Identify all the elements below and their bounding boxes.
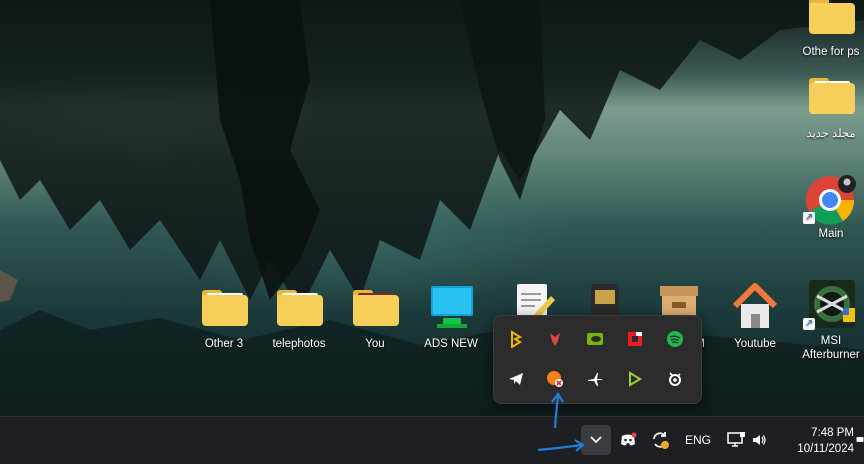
desktop-icon-label: MSI Afterburner	[802, 335, 860, 361]
quick-settings-button[interactable]	[722, 426, 772, 454]
clock[interactable]: 7:48 PM 10/11/2024	[778, 423, 854, 459]
desktop-icon-label: telephotos	[272, 338, 326, 350]
folder-icon	[196, 282, 252, 334]
tray-sync[interactable]	[648, 428, 672, 452]
amd-icon	[628, 332, 642, 346]
desktop-icon-main[interactable]: ↗ Main	[796, 172, 864, 240]
update-warning-icon	[547, 371, 563, 387]
language-indicator[interactable]: ENG	[680, 428, 716, 452]
network-icon	[727, 432, 745, 447]
tray-overflow-flyout	[493, 315, 702, 404]
desktop-icon-new-folder[interactable]: مجلد جديد	[796, 70, 864, 140]
airplane-icon	[588, 373, 602, 386]
show-hidden-icons-button[interactable]	[581, 425, 611, 455]
clock-date: 10/11/2024	[797, 443, 854, 455]
chrome-icon: ↗	[803, 172, 859, 225]
tray-update-warning[interactable]	[541, 365, 569, 393]
discord-icon	[621, 432, 637, 446]
bitdefender-icon	[511, 330, 523, 348]
tray-telegram[interactable]	[502, 365, 530, 393]
tray-airplane[interactable]	[581, 365, 609, 393]
desktop-icon-label: Youtube	[734, 338, 776, 350]
tray-media-player[interactable]	[621, 365, 649, 393]
folder-icon	[803, 0, 859, 42]
folder-icon	[803, 70, 859, 122]
desktop-icon-label: You	[365, 338, 385, 350]
folder-icon	[271, 282, 327, 334]
desktop-icon-label: Othe for ps	[802, 46, 860, 58]
desktop-icon-othe-for-ps[interactable]: Othe for ps	[796, 0, 864, 58]
notification-center-button[interactable]	[856, 431, 864, 449]
steelseries-icon	[669, 372, 681, 386]
media-player-icon	[629, 371, 642, 387]
microphone-icon	[550, 333, 560, 346]
wallpaper-reflection	[0, 0, 864, 416]
tray-steelseries[interactable]	[661, 365, 689, 393]
desktop-icon-label: Main	[818, 228, 844, 240]
tray-discord[interactable]	[616, 428, 640, 452]
nvidia-icon	[587, 333, 603, 345]
tray-amd[interactable]	[621, 325, 649, 353]
folder-icon	[347, 282, 403, 334]
tray-microphone[interactable]	[541, 325, 569, 353]
tray-spotify[interactable]	[661, 325, 689, 353]
notification-bell-icon	[856, 437, 864, 442]
desktop-icon-other-3[interactable]: Other 3	[189, 282, 259, 350]
desktop-icon-telephotos[interactable]: telephotos	[264, 282, 334, 350]
desktop-icon-youtube[interactable]: Youtube	[720, 282, 790, 350]
speaker-icon	[753, 435, 766, 445]
msi-afterburner-icon: ↗	[803, 278, 859, 330]
spotify-icon	[667, 331, 683, 347]
telegram-icon	[509, 373, 523, 385]
monitor-icon	[423, 282, 479, 334]
shortcut-arrow-icon: ↗	[803, 318, 815, 330]
shortcut-arrow-icon: ↗	[803, 212, 815, 224]
desktop-icon-label: مجلد جديد	[806, 128, 856, 140]
desktop-icon-you[interactable]: You	[340, 282, 410, 350]
sync-icon	[653, 432, 669, 449]
desktop-icon-msi-afterburner[interactable]: ↗ MSI Afterburner	[796, 278, 864, 362]
desktop-icon-label: Other 3	[204, 338, 244, 350]
desktop-icon-label: ADS NEW	[424, 338, 478, 350]
home-icon	[727, 282, 783, 334]
clock-time: 7:48 PM	[811, 427, 854, 439]
taskbar: ENG 7:48 PM 10/11/2024	[0, 416, 864, 464]
tray-nvidia[interactable]	[581, 325, 609, 353]
tray-bitdefender[interactable]	[502, 325, 530, 353]
desktop-wallpaper: Othe for ps مجلد جديد ↗ Main ↗ MSI After…	[0, 0, 864, 416]
desktop-icon-ads-new[interactable]: ADS NEW	[416, 282, 486, 350]
chevron-down-icon	[590, 436, 602, 444]
